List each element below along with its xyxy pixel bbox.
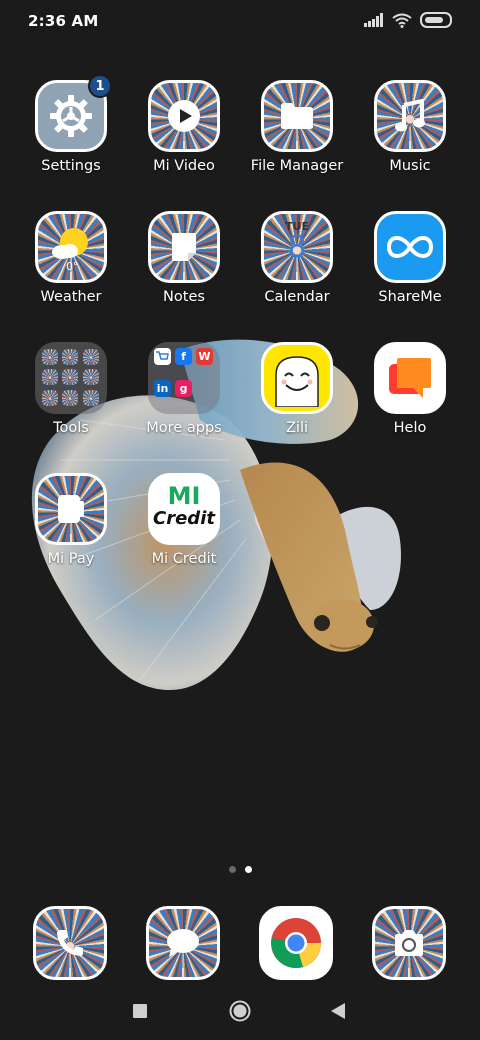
calendar-app-icon: TUE 8 xyxy=(261,211,333,283)
mini-app-icon xyxy=(82,369,99,386)
app-label: Mi Credit xyxy=(151,551,217,567)
folder-more-apps-icon: f W in g xyxy=(148,342,220,414)
app-mi-pay[interactable]: Mi Pay xyxy=(16,473,126,567)
linkedin-icon: in xyxy=(154,379,171,397)
message-icon xyxy=(167,929,199,957)
zili-app-icon xyxy=(261,342,333,414)
cart-icon xyxy=(154,348,171,365)
file-manager-app-icon xyxy=(261,80,333,152)
note-icon xyxy=(172,233,196,261)
mi-credit-logo-credit: Credit xyxy=(153,508,215,529)
app-zili[interactable]: Zili xyxy=(242,342,352,436)
app-settings[interactable]: 1 Settings xyxy=(16,74,126,174)
notes-app-icon xyxy=(148,211,220,283)
page-dot-2-active[interactable] xyxy=(245,866,252,873)
back-button[interactable] xyxy=(330,1002,346,1024)
mini-app-icon xyxy=(42,349,58,365)
app-label: Weather xyxy=(40,289,102,305)
mini-app-icon xyxy=(82,349,99,365)
app-shareme[interactable]: ShareMe xyxy=(355,211,465,305)
dock-messages[interactable] xyxy=(146,906,220,980)
helo-app-icon xyxy=(374,342,446,414)
mi-credit-logo: MI Credit xyxy=(151,484,217,528)
app-weather[interactable]: 0° Weather xyxy=(16,211,126,305)
app-mi-credit[interactable]: MI Credit Mi Credit xyxy=(129,473,239,567)
infinity-icon xyxy=(386,236,434,258)
camera-icon xyxy=(395,930,423,956)
shareme-app-icon xyxy=(374,211,446,283)
folder-more-apps[interactable]: f W in g More apps xyxy=(129,342,239,436)
app-label: Zili xyxy=(285,420,309,436)
app-notes[interactable]: Notes xyxy=(129,211,239,305)
app-label: Mi Video xyxy=(153,158,215,174)
mini-app-icon xyxy=(42,369,58,386)
wps-icon: W xyxy=(196,348,213,365)
weather-app-icon: 0° xyxy=(35,211,107,283)
card-icon xyxy=(58,495,84,523)
mini-app-icon xyxy=(42,389,58,406)
folder-icon xyxy=(281,103,313,129)
mini-app-icon xyxy=(62,349,79,365)
recents-button[interactable] xyxy=(133,1004,147,1018)
app-label: More apps xyxy=(146,420,222,436)
app-label: Notes xyxy=(163,289,205,305)
calendar-icon: TUE 8 xyxy=(264,220,330,263)
mi-credit-app-icon: MI Credit xyxy=(148,473,220,545)
dock-camera[interactable] xyxy=(372,906,446,980)
calendar-date: 8 xyxy=(287,230,307,265)
weather-temperature: 0° xyxy=(66,260,79,273)
dock-chrome[interactable] xyxy=(259,906,333,980)
music-app-icon xyxy=(374,80,446,152)
recents-square-icon xyxy=(133,1004,147,1018)
phone-icon xyxy=(57,930,83,956)
app-label: Helo xyxy=(393,420,427,436)
gear-icon xyxy=(50,95,92,137)
empty-slot xyxy=(196,380,214,409)
home-circle-icon xyxy=(229,1000,251,1022)
app-music[interactable]: Music xyxy=(355,80,465,174)
app-calendar[interactable]: TUE 8 Calendar xyxy=(242,211,352,305)
folder-tools-icon xyxy=(35,342,107,414)
app-file-manager[interactable]: File Manager xyxy=(242,80,352,174)
page-dot-1[interactable] xyxy=(229,866,236,873)
mi-video-app-icon xyxy=(148,80,220,152)
home-button[interactable] xyxy=(229,1000,251,1026)
app-label: Tools xyxy=(53,420,89,436)
mi-credit-logo-mi: MI xyxy=(167,482,201,510)
app-label: Mi Pay xyxy=(47,551,95,567)
app-helo[interactable]: Helo xyxy=(355,342,465,436)
app-mi-video[interactable]: Mi Video xyxy=(129,80,239,174)
back-triangle-icon xyxy=(331,1003,345,1019)
zili-face-icon xyxy=(275,356,319,407)
mini-app-icon xyxy=(62,369,79,386)
notification-badge: 1 xyxy=(88,74,112,98)
gallery-app-icon: g xyxy=(175,379,192,397)
chrome-icon xyxy=(271,918,321,969)
music-note-icon xyxy=(395,99,425,132)
mini-app-icon xyxy=(62,389,79,406)
mini-app-icon xyxy=(82,389,99,406)
folder-tools[interactable]: Tools xyxy=(16,342,126,436)
app-label: Settings xyxy=(41,158,101,174)
app-label: File Manager xyxy=(250,158,344,174)
play-icon xyxy=(168,100,200,132)
mi-pay-app-icon xyxy=(35,473,107,545)
helo-chat-icon xyxy=(389,358,431,398)
dock-phone[interactable] xyxy=(33,906,107,980)
facebook-icon: f xyxy=(175,348,192,365)
app-label: ShareMe xyxy=(378,289,442,305)
app-label: Music xyxy=(389,158,431,174)
app-label: Calendar xyxy=(264,289,330,305)
